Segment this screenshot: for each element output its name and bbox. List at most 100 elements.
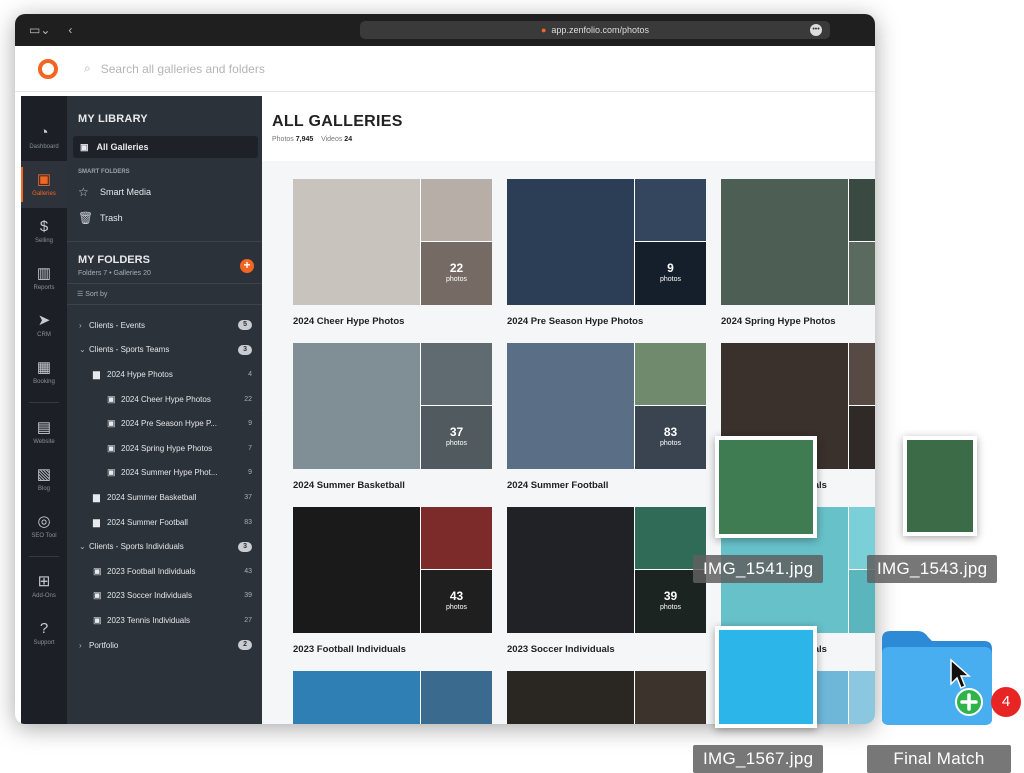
rail-label: Galleries [32, 191, 56, 197]
all-galleries-item[interactable]: ▣ All Galleries [73, 136, 258, 158]
rail-label: Support [33, 640, 55, 646]
item-count: 22 [244, 395, 252, 403]
gallery-card[interactable] [507, 671, 706, 724]
cover-photo-bottom: 9 photos [635, 242, 706, 305]
folder-tree-item[interactable]: ▣ 2023 Tennis Individuals 27 [67, 608, 262, 633]
gallery-icon: ▣ [93, 590, 102, 601]
photo-count-overlay: 9 photos [635, 242, 706, 305]
rail-item-reports[interactable]: ▥ Reports [21, 255, 67, 302]
rail-item-selling[interactable]: $ Selling [21, 208, 67, 255]
gallery-name: 2024 Cheer Hype Photos [293, 316, 405, 327]
folder-tree-item[interactable]: ▣ 2024 Spring Hype Photos 7 [67, 436, 262, 461]
drag-count-badge: 4 [991, 687, 1021, 717]
drag-thumb-1541[interactable] [715, 436, 817, 538]
item-count: 39 [244, 592, 252, 600]
gallery-card[interactable]: 39 photos 2023 Soccer Individuals [507, 507, 706, 655]
gallery-cover: 43 photos [293, 507, 492, 633]
cover-photo-bottom: 37 photos [421, 406, 492, 469]
cover-photo-top [421, 179, 492, 241]
gallery-card[interactable] [293, 671, 492, 724]
drag-thumb-1543[interactable] [903, 436, 977, 536]
folder-tree-item[interactable]: ▣ 2023 Soccer Individuals 39 [67, 584, 262, 609]
star-icon: ☆ [78, 185, 89, 199]
cover-photo-bottom: 43 photos [421, 570, 492, 633]
folder-tree-item[interactable]: ▣ 2024 Cheer Hype Photos 22 [67, 387, 262, 412]
chevron-down-icon[interactable]: ⌄ [79, 542, 89, 551]
cover-photo-bottom [849, 406, 875, 469]
dollar-icon: $ [39, 218, 49, 235]
seo-icon: ◎ [37, 513, 51, 530]
folder-icon: ▆ [93, 516, 100, 527]
gallery-card[interactable]: 83 photos 2024 Summer Football [507, 343, 706, 491]
cover-photo-top [849, 179, 875, 241]
sidebar-toggle-icon[interactable]: ▭⌄ [29, 23, 50, 37]
folder-tree-item[interactable]: ⌄ Clients - Sports Teams 3 [67, 338, 262, 363]
thumb-image [719, 440, 813, 534]
page-menu-icon[interactable]: ••• [810, 24, 822, 36]
folder-tree-item[interactable]: ▆ 2024 Summer Basketball 37 [67, 485, 262, 510]
rail-item-booking[interactable]: ▦ Booking [21, 349, 67, 396]
sort-by-control[interactable]: ☰ Sort by [67, 283, 262, 305]
rail-item-dashboard[interactable]: ◔ Dashboard [21, 114, 67, 161]
gallery-card[interactable]: 22 photos 2024 Cheer Hype Photos [293, 179, 492, 327]
thumb-image [907, 440, 973, 532]
trash-item[interactable]: 🗑︎ Trash [67, 205, 262, 231]
folder-tree-item[interactable]: ▣ 2024 Summer Hype Phot... 9 [67, 461, 262, 486]
gallery-card[interactable]: 43 photos 2023 Football Individuals [293, 507, 492, 655]
chevron-down-icon[interactable]: ⌄ [79, 345, 89, 354]
folder-tree-item[interactable]: ▣ 2023 Football Individuals 43 [67, 559, 262, 584]
address-bar[interactable]: ● app.zenfolio.com/photos ••• [360, 21, 830, 39]
gallery-card[interactable]: 2024 Spring Hype Photos [721, 179, 875, 327]
cover-photo-top [421, 671, 492, 724]
folder-tree-item[interactable]: ▆ 2024 Summer Football 83 [67, 510, 262, 535]
cover-photo-top [635, 343, 706, 405]
gallery-icon: ▣ [80, 141, 89, 152]
photo-count-overlay: 83 photos [635, 406, 706, 469]
back-icon[interactable]: ‹ [68, 23, 72, 37]
drag-thumb-1567[interactable] [715, 626, 817, 728]
folder-tree-label: 2024 Cheer Hype Photos [121, 394, 211, 404]
gallery-name: 2024 Spring Hype Photos [721, 316, 836, 327]
rail-item-galleries[interactable]: ▣ Galleries [21, 161, 67, 208]
rail-item-blog[interactable]: ▧ Blog [21, 456, 67, 503]
rail-label: Selling [34, 238, 53, 244]
folder-tree-item[interactable]: ⌄ Clients - Sports Individuals 3 [67, 534, 262, 559]
trash-label: Trash [100, 213, 123, 223]
chevron-right-icon[interactable]: › [79, 321, 89, 330]
item-count: 37 [244, 493, 252, 501]
gallery-card[interactable]: 9 photos 2024 Pre Season Hype Photos [507, 179, 706, 327]
folder-tree-item[interactable]: ▆ 2024 Hype Photos 4 [67, 362, 262, 387]
videos-count: 24 [344, 136, 353, 143]
gallery-name: 2024 Pre Season Hype Photos [507, 316, 644, 327]
rail-item-website[interactable]: ▤ Website [21, 409, 67, 456]
smart-media-item[interactable]: ☆ Smart Media [67, 179, 262, 205]
rail-label: Booking [33, 379, 55, 385]
url-text: app.zenfolio.com/photos [551, 25, 649, 35]
folder-tree-label: 2024 Summer Basketball [107, 492, 197, 502]
folder-tree-item[interactable]: › Clients - Events 5 [67, 313, 262, 338]
thumb-image [719, 630, 813, 724]
rail-item-seo-tool[interactable]: ◎ SEO Tool [21, 503, 67, 550]
rail-item-support[interactable]: ? Support [21, 610, 67, 657]
drag-filename: IMG_1541.jpg [693, 555, 824, 583]
chevron-right-icon[interactable]: › [79, 641, 89, 650]
folder-tree-item[interactable]: ▣ 2024 Pre Season Hype P... 9 [67, 411, 262, 436]
folder-tree-label: Clients - Events [89, 320, 146, 330]
gallery-name: 2023 Football Individuals [293, 644, 406, 655]
cover-photo-main [507, 343, 634, 469]
folder-tree-item[interactable]: › Portfolio 2 [67, 633, 262, 658]
add-folder-button[interactable]: + [240, 259, 254, 273]
galleries-header: ALL GALLERIES Photos 7,945 Videos 24 [262, 96, 875, 161]
my-folders-header: MY FOLDERS Folders 7 • Galleries 20 + [67, 241, 262, 283]
search-bar[interactable]: ⌕ Search all galleries and folders [84, 61, 265, 76]
item-count: 3 [238, 541, 252, 552]
rail-item-crm[interactable]: ➤ CRM [21, 302, 67, 349]
photos-count: 7,945 [295, 136, 314, 143]
rail-item-add-ons[interactable]: ⊞ Add-Ons [21, 563, 67, 610]
folders-summary: Folders 7 • Galleries 20 [78, 270, 151, 277]
browser-window: ▭⌄ ‹ ● app.zenfolio.com/photos ••• ⌕ Sea… [15, 14, 875, 724]
zenfolio-logo[interactable] [38, 58, 58, 79]
cover-photo-main [507, 671, 634, 724]
search-input[interactable]: Search all galleries and folders [101, 62, 265, 76]
gallery-card[interactable]: 37 photos 2024 Summer Basketball [293, 343, 492, 491]
